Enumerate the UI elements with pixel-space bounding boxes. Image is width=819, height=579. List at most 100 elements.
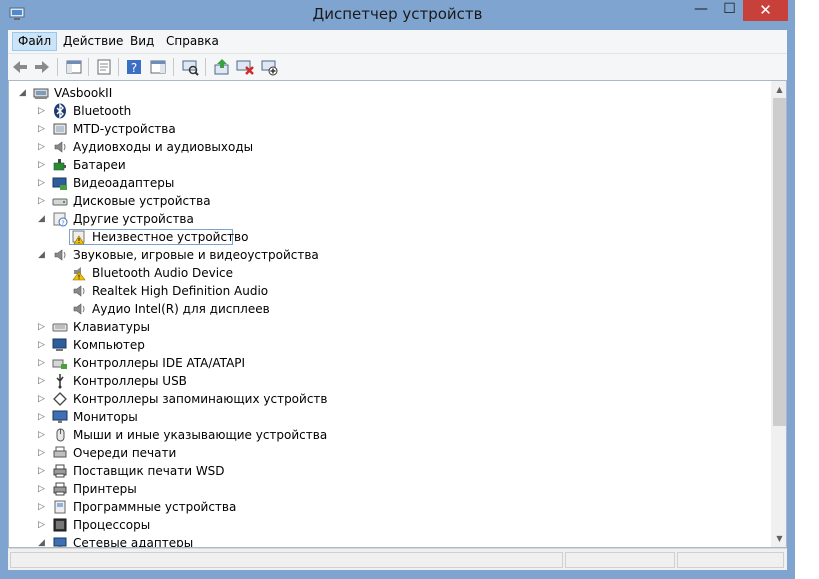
maximize-icon: ☐: [723, 1, 736, 17]
tree-category-item[interactable]: ◢? Другие устройства: [9, 210, 749, 228]
expander-collapsed-icon[interactable]: ▷: [37, 336, 46, 354]
expander-collapsed-icon[interactable]: ▷: [37, 516, 46, 534]
expander-expanded-icon[interactable]: ◢: [37, 534, 46, 547]
close-icon: ✕: [759, 1, 772, 19]
print-queue-icon: [53, 446, 67, 458]
tree-category-item[interactable]: ▷ Дисковые устройства: [9, 192, 749, 210]
tree-root-label: VAsbookII: [54, 86, 113, 100]
expander-collapsed-icon[interactable]: ▷: [37, 444, 46, 462]
tree-category-item[interactable]: ▷ Мониторы: [9, 408, 749, 426]
svg-text:?: ?: [61, 220, 64, 227]
speaker-icon: [73, 303, 85, 315]
tree-category-item[interactable]: ▷ Контроллеры IDE ATA/ATAPI: [9, 354, 749, 372]
status-cell-main: [10, 552, 563, 568]
tree-category-item[interactable]: ◢ Звуковые, игровые и видеоустройства: [9, 246, 749, 264]
menu-bar: Файл Действие Вид Справка: [8, 30, 787, 53]
expander-collapsed-icon[interactable]: ▷: [37, 480, 46, 498]
menu-help[interactable]: Справка: [161, 32, 224, 51]
tree-category-item[interactable]: ▷ Контроллеры USB: [9, 372, 749, 390]
tree-category-item[interactable]: ▷ Поставщик печати WSD: [9, 462, 749, 480]
tree-item-label: Мониторы: [73, 410, 138, 424]
tree-device-item[interactable]: Аудио Intel(R) для дисплеев: [9, 300, 749, 318]
add-hardware-icon[interactable]: [259, 57, 279, 77]
expander-expanded-icon[interactable]: ◢: [18, 84, 27, 102]
forward-icon[interactable]: [32, 57, 52, 77]
expander-collapsed-icon[interactable]: ▷: [37, 102, 46, 120]
console-tree-icon[interactable]: [64, 57, 84, 77]
desktop-background: [795, 0, 819, 579]
expander-collapsed-icon[interactable]: ▷: [37, 354, 46, 372]
tree-category-item[interactable]: ▷ Видеоадаптеры: [9, 174, 749, 192]
maximize-button[interactable]: ☐: [716, 0, 743, 21]
menu-file[interactable]: Файл: [12, 32, 58, 51]
expander-collapsed-icon[interactable]: ▷: [37, 156, 46, 174]
printer-icon: [53, 464, 67, 478]
expander-collapsed-icon[interactable]: ▷: [37, 138, 46, 156]
tree-category-item[interactable]: ▷ Аудиовходы и аудиовыходы: [9, 138, 749, 156]
tree-item-label: Неизвестное устройство: [92, 230, 249, 244]
tree-category-item[interactable]: ▷ Программные устройства: [9, 498, 749, 516]
back-icon[interactable]: [10, 57, 30, 77]
tree-category-item[interactable]: ▷ Батареи: [9, 156, 749, 174]
software-device-icon: [54, 500, 66, 514]
disk-drive-icon: [52, 198, 68, 206]
expander-collapsed-icon[interactable]: ▷: [37, 372, 46, 390]
unknown-category-icon: ?: [53, 212, 68, 227]
scroll-down-icon[interactable]: ▼: [771, 530, 786, 547]
title-bar[interactable]: Диспетчер устройств — ☐ ✕: [0, 0, 795, 30]
properties-sheet-icon[interactable]: [94, 57, 114, 77]
tree-category-item[interactable]: ◢ Сетевые адаптеры: [9, 534, 749, 547]
network-adapter-icon: [53, 537, 67, 547]
expander-expanded-icon[interactable]: ◢: [37, 210, 46, 228]
minimize-button[interactable]: —: [686, 0, 716, 21]
tree-item-label: Bluetooth: [73, 104, 132, 118]
close-button[interactable]: ✕: [743, 0, 788, 21]
expander-collapsed-icon[interactable]: ▷: [37, 192, 46, 210]
device-tree-pane[interactable]: ◢ VAsbookII ▷ Bluetooth ▷ MTD-устройства ▷ Ауди…: [8, 80, 787, 548]
scroll-up-icon[interactable]: ▲: [771, 81, 786, 98]
expander-collapsed-icon[interactable]: ▷: [37, 318, 46, 336]
svg-text:?: ?: [131, 61, 137, 75]
help-icon[interactable]: ?: [124, 57, 144, 77]
tree-category-item[interactable]: ▷ Bluetooth: [9, 102, 749, 120]
tree-category-item[interactable]: ▷ Процессоры: [9, 516, 749, 534]
device-manager-window: Диспетчер устройств — ☐ ✕ Файл Действие …: [0, 0, 795, 579]
expander-collapsed-icon[interactable]: ▷: [37, 174, 46, 192]
tree-item-label: Клавиатуры: [73, 320, 150, 334]
expander-collapsed-icon[interactable]: ▷: [37, 390, 46, 408]
tree-device-item[interactable]: Неизвестное устройство: [9, 228, 749, 246]
expander-collapsed-icon[interactable]: ▷: [37, 462, 46, 480]
expander-collapsed-icon[interactable]: ▷: [37, 426, 46, 444]
tree-root-computer[interactable]: ◢ VAsbookII: [9, 84, 749, 102]
tree-category-item[interactable]: ▷ Очереди печати: [9, 444, 749, 462]
speaker-icon: [73, 285, 85, 297]
status-cell-tertiary: [677, 552, 784, 568]
menu-view[interactable]: Вид: [125, 32, 159, 51]
warning-device-icon: [72, 230, 85, 245]
action-pane-icon[interactable]: [148, 57, 168, 77]
tree-category-item[interactable]: ▷ Принтеры: [9, 480, 749, 498]
tree-device-item[interactable]: Bluetooth Audio Device: [9, 264, 749, 282]
expander-collapsed-icon[interactable]: ▷: [37, 408, 46, 426]
tree-device-item[interactable]: Realtek High Definition Audio: [9, 282, 749, 300]
bluetooth-icon: [54, 103, 66, 119]
tree-item-label: Видеоадаптеры: [73, 176, 175, 190]
printer-icon: [53, 482, 67, 496]
menu-action[interactable]: Действие: [58, 32, 128, 51]
computer-icon: [52, 338, 67, 351]
tree-category-item[interactable]: ▷ Компьютер: [9, 336, 749, 354]
uninstall-device-icon[interactable]: [235, 57, 255, 77]
tree-category-item[interactable]: ▷ Контроллеры запоминающих устройств: [9, 390, 749, 408]
tree-category-item[interactable]: ▷ Клавиатуры: [9, 318, 749, 336]
vertical-scrollbar[interactable]: ▲ ▼: [771, 81, 786, 547]
tree-category-item[interactable]: ▷ MTD-устройства: [9, 120, 749, 138]
scan-hardware-icon[interactable]: [180, 57, 200, 77]
expander-collapsed-icon[interactable]: ▷: [37, 498, 46, 516]
update-driver-icon[interactable]: [212, 57, 232, 77]
tree-category-item[interactable]: ▷ Мыши и иные указывающие устройства: [9, 426, 749, 444]
scroll-thumb[interactable]: [773, 98, 786, 426]
tree-item-label: Батареи: [73, 158, 126, 172]
expander-collapsed-icon[interactable]: ▷: [37, 120, 46, 138]
expander-expanded-icon[interactable]: ◢: [37, 246, 46, 264]
ide-controller-icon: [52, 359, 67, 369]
